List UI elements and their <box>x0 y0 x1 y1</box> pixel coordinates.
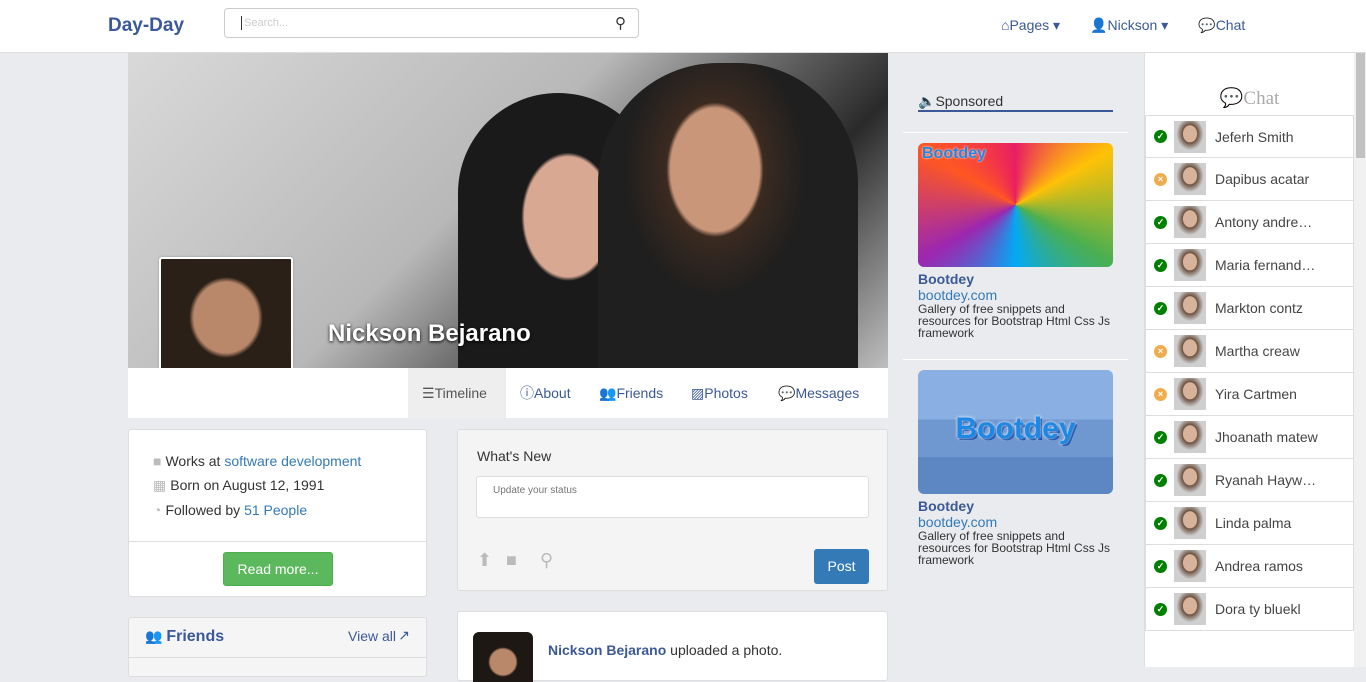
chat-sidebar: 💬Chat ✓ Jeferh Smith × Dapibus acatar ✓ Anton… <box>1144 53 1354 667</box>
chat-user[interactable]: ✓ Maria fernanda coronel <box>1145 244 1354 287</box>
online-status-icon: ✓ <box>1154 301 1167 315</box>
ad-item: Bootdey Bootdey bootdey.com Gallery of f… <box>903 132 1128 360</box>
chat-user-name: Jhoanath matew <box>1215 429 1318 445</box>
away-status-icon: × <box>1154 344 1167 358</box>
ad-image[interactable]: Bootdey <box>918 143 1113 267</box>
brand-logo[interactable]: Day-Day <box>108 15 184 37</box>
away-status-icon: × <box>1154 172 1167 186</box>
search-icon[interactable]: ⚲ <box>615 14 626 32</box>
chat-avatar <box>1174 378 1206 410</box>
chat-user[interactable]: ✓ Dora ty bluekl <box>1145 588 1354 631</box>
online-status-icon: ✓ <box>1154 130 1167 143</box>
chat-user[interactable]: ✓ Jeferh Smith <box>1145 115 1354 158</box>
chat-user-name: Ryanah Haywofd <box>1215 472 1320 488</box>
chat-avatar <box>1174 163 1206 195</box>
briefcase-icon: ■ <box>153 453 162 469</box>
away-status-icon: × <box>1154 387 1167 401</box>
ad-link[interactable]: bootdey.com <box>918 287 997 303</box>
post-avatar[interactable] <box>473 632 533 682</box>
chat-user[interactable]: × Dapibus acatar <box>1145 158 1354 201</box>
nav-pages[interactable]: ⌂Pages ▾ <box>1001 17 1060 34</box>
nav-chat[interactable]: 💬Chat <box>1198 17 1245 34</box>
chat-user[interactable]: × Yira Cartmen <box>1145 373 1354 416</box>
search-input[interactable] <box>241 16 611 30</box>
online-status-icon: ✓ <box>1154 602 1167 616</box>
user-icon: 👤 <box>1090 17 1108 33</box>
chat-avatar <box>1174 249 1206 281</box>
wechat-icon: 💬 <box>1219 88 1244 109</box>
comment-icon: 💬 <box>1198 17 1216 33</box>
external-link-icon: ↗ <box>398 627 410 643</box>
status-input[interactable] <box>476 476 869 518</box>
chat-avatar <box>1174 593 1206 625</box>
tab-photos[interactable]: ▨Photos <box>677 368 762 418</box>
chat-user[interactable]: ✓ Ryanah Haywofd <box>1145 459 1354 502</box>
view-all-link[interactable]: View all <box>348 628 396 644</box>
chat-avatar <box>1174 292 1206 324</box>
chat-user[interactable]: ✓ Andrea ramos <box>1145 545 1354 588</box>
chat-user-name: Dapibus acatar <box>1215 171 1310 187</box>
chat-user-name: Maria fernanda coronel <box>1215 257 1320 273</box>
profile-name: Nickson Bejarano <box>328 320 531 347</box>
read-more-button[interactable]: Read more... <box>223 552 333 586</box>
followers-link[interactable]: 51 People <box>244 502 307 518</box>
search-box: ⚲ <box>224 8 639 38</box>
about-card: ■ Works at software development ▦ Born on … <box>128 429 427 597</box>
status-card: What's New ⬆ ■ ⚲ Post <box>457 429 888 591</box>
online-status-icon: ✓ <box>1154 258 1167 272</box>
chat-user[interactable]: ✓ Antony andrew lobghi <box>1145 201 1354 244</box>
chat-user[interactable]: ✓ Linda palma <box>1145 502 1354 545</box>
chat-user[interactable]: × Martha creaw <box>1145 330 1354 373</box>
online-status-icon: ✓ <box>1154 430 1167 444</box>
map-marker-icon[interactable]: ⚲ <box>540 550 553 571</box>
sponsored-panel: 🔈Sponsored Bootdey Bootdey bootdey.com G… <box>903 53 1128 576</box>
ad-link[interactable]: bootdey.com <box>918 514 997 530</box>
users-icon: 👥 <box>145 628 163 644</box>
tab-messages[interactable]: 💬Messages <box>764 368 873 418</box>
navbar: Day-Day ⚲ ⌂Pages ▾ 👤Nickson ▾ 💬Chat <box>0 0 1366 53</box>
chat-user-name: Antony andrew lobghi <box>1215 214 1320 230</box>
chat-avatar <box>1174 120 1206 153</box>
chat-avatar <box>1174 206 1206 238</box>
friends-card: 👥 Friends View all ↗ <box>128 617 427 677</box>
online-status-icon: ✓ <box>1154 215 1167 229</box>
online-status-icon: ✓ <box>1154 516 1167 530</box>
chat-avatar <box>1174 464 1206 496</box>
feed-post: Nickson Bejarano uploaded a photo. <box>457 611 888 682</box>
chat-user-name: Andrea ramos <box>1215 558 1303 574</box>
post-author-link[interactable]: Nickson Bejarano <box>548 642 666 658</box>
upload-icon[interactable]: ⬆ <box>477 550 492 571</box>
camera-icon[interactable]: ■ <box>506 550 517 571</box>
chat-user-name: Markton contz <box>1215 300 1303 316</box>
nav-user[interactable]: 👤Nickson ▾ <box>1090 17 1168 34</box>
tab-about[interactable]: ⓘAbout <box>506 368 585 418</box>
chat-user-name: Martha creaw <box>1215 343 1300 359</box>
chat-user-name: Yira Cartmen <box>1215 386 1297 402</box>
tab-timeline[interactable]: ☰Timeline <box>408 368 506 418</box>
chat-user[interactable]: ✓ Jhoanath matew <box>1145 416 1354 459</box>
tab-friends[interactable]: 👥Friends <box>585 368 677 418</box>
volume-icon: 🔈 <box>918 93 936 109</box>
online-status-icon: ✓ <box>1154 559 1167 573</box>
profile-tabs: ☰Timeline ⓘAbout 👥Friends ▨Photos 💬Messa… <box>128 368 888 418</box>
post-button[interactable]: Post <box>814 549 869 584</box>
chat-user[interactable]: ✓ Markton contz <box>1145 287 1354 330</box>
works-link[interactable]: software development <box>224 453 361 469</box>
chat-user-name: Dora ty bluekl <box>1215 601 1301 617</box>
calendar-icon: ▦ <box>153 477 167 493</box>
ad-item: Bootdey Bootdey bootdey.com Gallery of f… <box>903 360 1128 576</box>
ad-image[interactable]: Bootdey <box>918 370 1113 494</box>
chat-avatar <box>1174 507 1206 539</box>
chat-user-name: Jeferh Smith <box>1215 128 1294 145</box>
chat-avatar <box>1174 550 1206 582</box>
chat-user-name: Linda palma <box>1215 515 1292 531</box>
scrollbar-thumb[interactable] <box>1356 53 1365 158</box>
rss-icon: ◔ <box>153 502 162 518</box>
online-status-icon: ✓ <box>1154 473 1167 487</box>
chat-avatar <box>1174 335 1206 367</box>
chat-avatar <box>1174 421 1206 453</box>
